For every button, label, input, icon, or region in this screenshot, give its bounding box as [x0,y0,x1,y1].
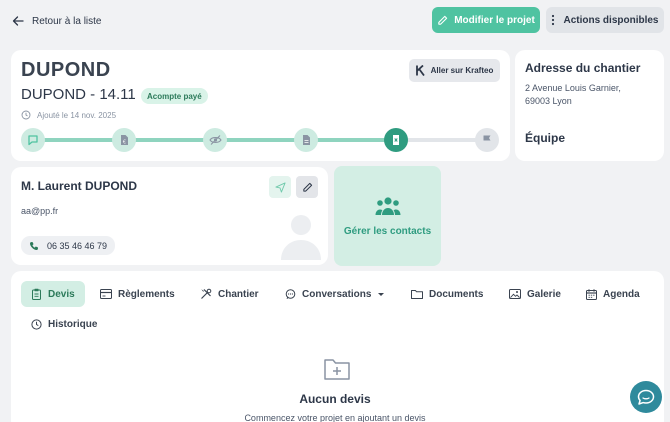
svg-text:€: € [123,140,126,146]
actions-label: Actions disponibles [563,14,659,26]
tab-galerie-label: Galerie [527,288,561,300]
site-address: 2 Avenue Louis Garnier, 69003 Lyon [525,82,655,108]
tab-devis-label: Devis [48,288,75,300]
address-line-2: 69003 Lyon [525,96,572,106]
contact-phone-chip[interactable]: 06 35 46 46 79 [21,236,116,255]
project-reference: DUPOND - 14.11 [21,86,136,103]
folder-icon [411,289,423,299]
step-invoice[interactable] [384,128,408,152]
phone-icon [29,241,39,251]
pencil-icon [302,182,313,193]
caret-down-icon [377,292,385,297]
tab-devis[interactable]: Devis [21,281,85,307]
tab-documents-label: Documents [429,288,484,300]
tab-conversations[interactable]: Conversations [285,281,385,307]
step-file[interactable] [294,128,318,152]
manage-contacts-button[interactable]: Gérer les contacts [334,166,441,266]
clipboard-icon [31,288,42,300]
empty-state-title: Aucun devis [299,392,371,406]
back-to-list-link[interactable]: Retour à la liste [12,12,101,30]
available-actions-button[interactable]: Actions disponibles [546,7,664,33]
contact-phone: 06 35 46 46 79 [47,240,108,251]
credit-card-icon [100,289,112,299]
tab-galerie[interactable]: Galerie [509,281,561,307]
flag-icon [481,134,493,146]
invoice-icon [390,134,402,146]
chat-support-icon [637,389,655,405]
clock-icon [31,318,42,330]
client-name: DUPOND [21,59,111,81]
step-completion[interactable] [475,128,499,152]
contact-name: M. Laurent DUPOND [21,179,138,193]
more-vertical-icon [551,14,555,26]
file-icon [300,134,312,146]
tab-documents[interactable]: Documents [411,281,483,307]
tab-chantier-label: Chantier [218,288,259,300]
avatar-placeholder-icon [280,212,322,260]
edit-project-button[interactable]: Modifier le projet [432,7,540,33]
tab-reglements[interactable]: Règlements [100,281,175,307]
folder-plus-icon [323,357,351,381]
empty-state-subtitle: Commencez votre projet en ajoutant un de… [244,413,426,422]
image-icon [509,289,521,299]
step-visibility[interactable] [203,128,227,152]
chat-bubble-icon [285,288,296,300]
send-icon [274,181,286,193]
added-date: Ajouté le 14 nov. 2025 [21,110,116,120]
go-to-krafteo-button[interactable]: Aller sur Krafteo [409,59,500,82]
manage-contacts-label: Gérer les contacts [343,225,432,237]
step-quote[interactable]: € [112,128,136,152]
users-icon [375,196,401,216]
send-message-button[interactable] [269,176,291,198]
site-address-title: Adresse du chantier [525,61,641,75]
arrow-left-icon [12,15,24,27]
progress-track-remaining [396,138,487,142]
address-line-1: 2 Avenue Louis Garnier, [525,83,621,93]
calendar-icon [586,288,597,300]
edit-project-label: Modifier le projet [454,14,535,26]
added-date-text: Ajouté le 14 nov. 2025 [37,110,117,120]
edit-contact-button[interactable] [296,176,318,198]
contact-email: aa@pp.fr [21,206,59,216]
tab-reglements-label: Règlements [118,288,175,300]
krafteo-label: Aller sur Krafteo [430,66,494,75]
tab-historique[interactable]: Historique [31,311,97,337]
eye-off-icon [208,134,222,146]
tab-agenda-label: Agenda [603,288,640,300]
document-euro-icon: € [118,134,130,146]
step-chat[interactable] [21,128,45,152]
tab-historique-label: Historique [48,318,98,330]
chat-icon [27,134,39,146]
tab-agenda[interactable]: Agenda [586,281,640,307]
krafteo-logo-icon [415,65,425,76]
team-title: Équipe [525,131,566,145]
clock-icon [21,110,31,120]
support-chat-button[interactable] [630,381,662,413]
pencil-icon [437,15,448,26]
tab-chantier[interactable]: Chantier [200,281,259,307]
tab-conversations-label: Conversations [302,288,372,300]
back-label: Retour à la liste [32,15,102,27]
status-badge: Acompte payé [141,88,208,104]
tools-icon [200,288,212,300]
